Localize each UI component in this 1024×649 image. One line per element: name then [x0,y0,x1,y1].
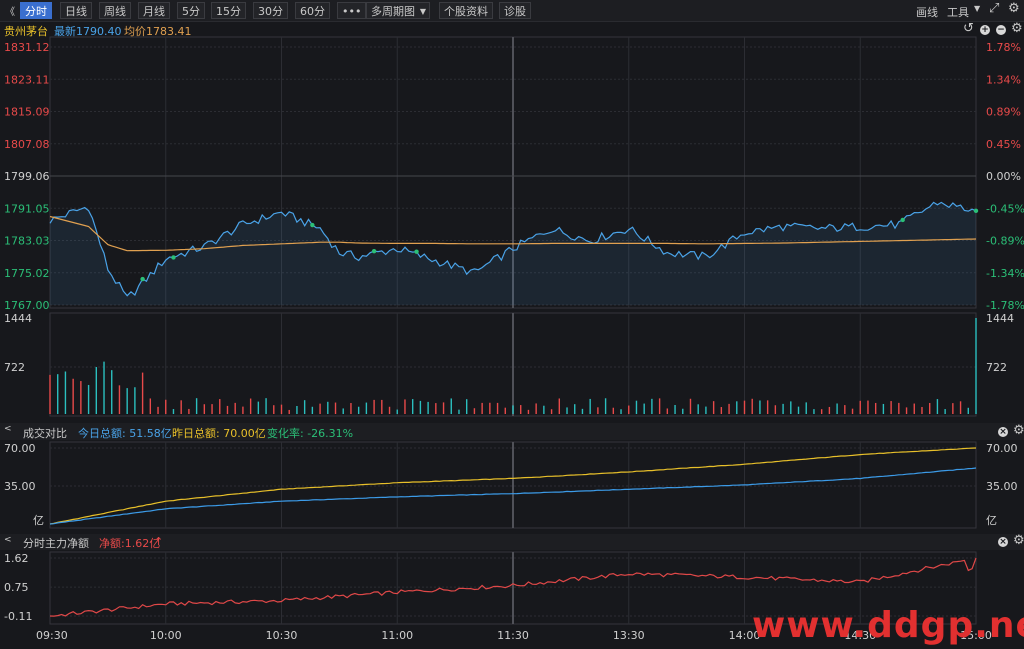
time-tick-label: 11:30 [497,629,529,642]
volume-tick-label: 722 [986,361,1007,374]
price-tick-label: 1775.02 [4,267,50,280]
price-tick-label: 1791.05 [4,202,50,215]
watermark: www.ddgp.net [752,605,1024,646]
price-tick-label: 1823.11 [4,73,50,86]
turnover-tick-label: 35.00 [4,480,36,493]
pct-tick-label: -1.78% [986,299,1024,312]
pct-tick-label: -0.89% [986,235,1024,248]
pct-tick-label: 1.34% [986,73,1021,86]
price-signal-dot [371,248,377,254]
price-tick-label: 1807.08 [4,138,50,151]
price-signal-dot [973,208,979,214]
price-signal-dot [414,249,419,254]
turnover-unit-label: 亿 [33,514,44,527]
flow-tick-label: 0.75 [4,581,29,594]
turnover-tick-label: 70.00 [4,442,36,455]
price-signal-dot [140,276,145,282]
price-tick-label: 1815.09 [4,106,50,119]
pct-tick-label: 1.78% [986,41,1021,54]
time-tick-label: 09:30 [36,629,68,642]
price-tick-label: 1767.00 [4,299,50,312]
pct-tick-label: 0.45% [986,138,1021,151]
turnover-tick-label: 70.00 [986,442,1018,455]
flow-tick-label: -0.11 [4,610,32,623]
price-signal-dot [310,222,315,228]
price-tick-label: 1783.03 [4,235,50,248]
pct-tick-label: -0.45% [986,202,1024,215]
volume-tick-label: 1444 [986,312,1014,325]
intraday-chart: 1831.12 1.78% 1823.11 1.34% 1815.09 0.89% 1807… [4,36,1024,642]
turnover-unit-label: 亿 [986,514,997,527]
price-tick-label: 1831.12 [4,41,50,54]
turnover-tick-label: 35.00 [986,480,1018,493]
time-tick-label: 11:00 [381,629,413,642]
time-tick-label: 13:30 [613,629,645,642]
volume-tick-label: 722 [4,361,25,374]
pct-tick-label: 0.89% [986,106,1021,119]
price-signal-dot [900,217,905,223]
pct-tick-label: 0.00% [986,170,1021,183]
pct-tick-label: -1.34% [986,267,1024,280]
time-tick-label: 10:30 [266,629,298,642]
flow-tick-label: 1.62 [4,552,29,565]
time-tick-label: 10:00 [150,629,182,642]
price-tick-label: 1799.06 [4,170,50,183]
volume-tick-label: 1444 [4,312,32,325]
price-signal-dot [171,255,176,260]
